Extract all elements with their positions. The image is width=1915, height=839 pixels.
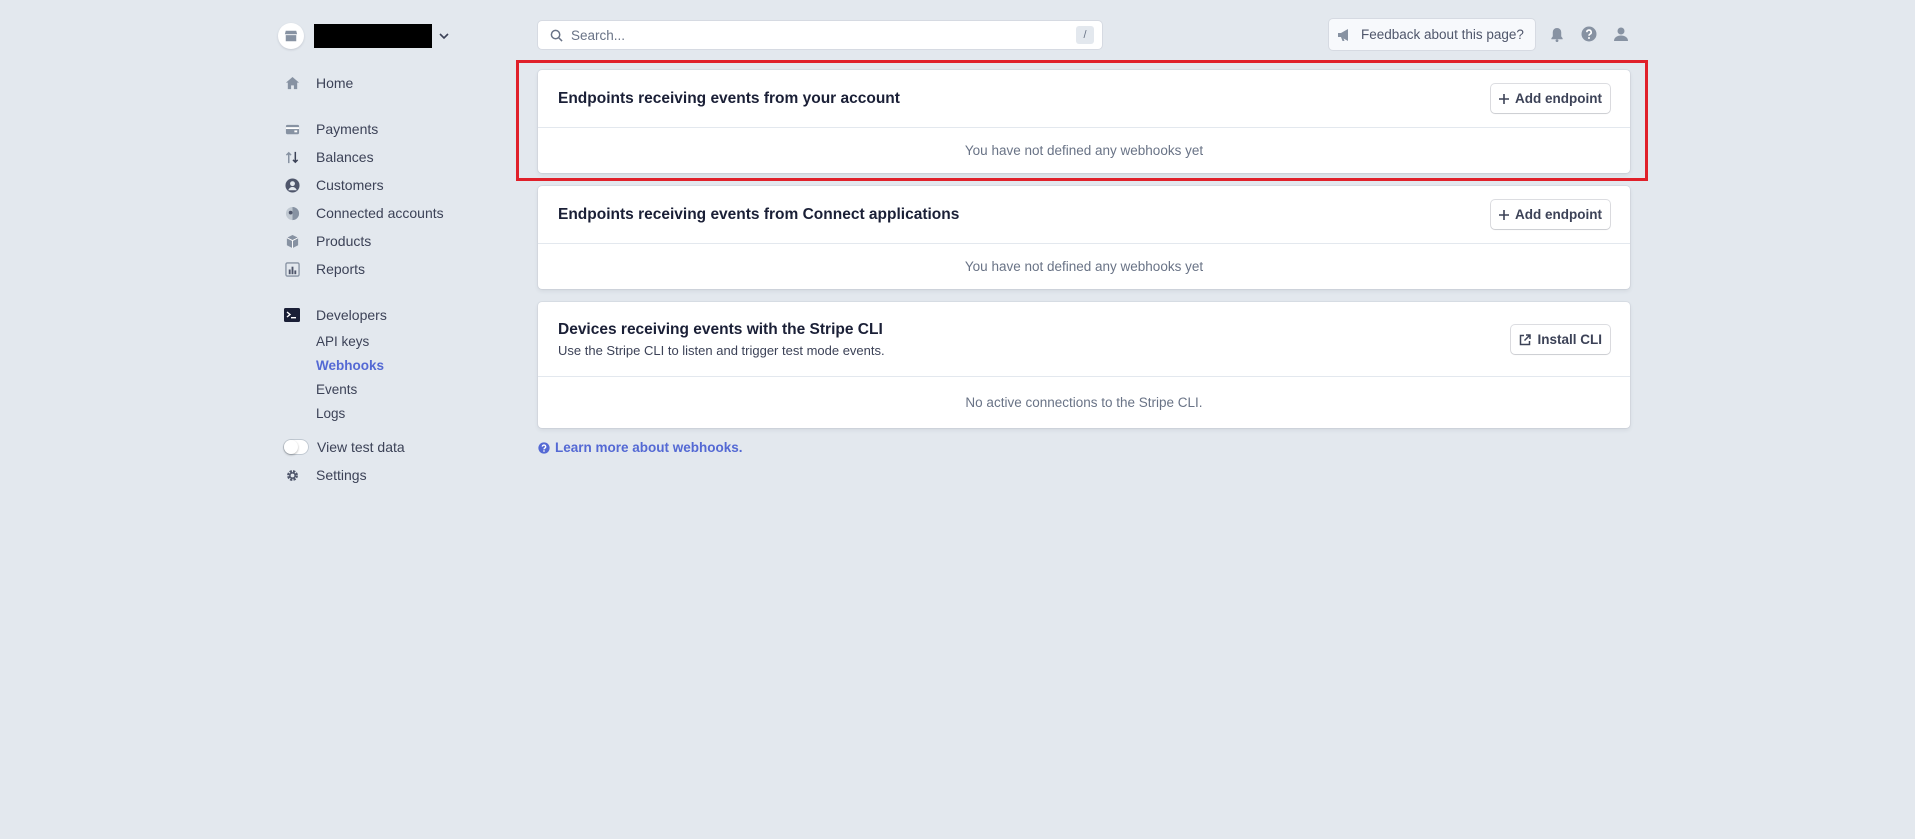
customers-icon (284, 177, 300, 193)
sidebar-item-api-keys[interactable]: API keys (316, 331, 369, 351)
sidebar-item-home[interactable]: Home (284, 72, 353, 94)
products-icon (284, 233, 300, 249)
payments-icon (284, 121, 300, 137)
sidebar-item-events[interactable]: Events (316, 379, 357, 399)
sidebar-item-label: Home (316, 75, 354, 91)
view-test-data-toggle[interactable]: View test data (283, 436, 405, 458)
connected-accounts-icon (284, 205, 300, 221)
toggle-knob (284, 440, 298, 454)
bell-icon[interactable] (1549, 26, 1565, 42)
stripe-cli-card: Devices receiving events with the Stripe… (538, 302, 1630, 428)
empty-state-message: You have not defined any webhooks yet (964, 258, 1204, 274)
home-icon (284, 75, 300, 91)
sidebar-item-label: Reports (316, 261, 366, 277)
add-endpoint-button[interactable]: Add endpoint (1491, 200, 1610, 229)
sidebar-item-webhooks[interactable]: Webhooks (316, 355, 384, 375)
sidebar-item-developers[interactable]: Developers (284, 304, 387, 326)
user-icon[interactable] (1613, 26, 1629, 42)
account-endpoints-card: Endpoints receiving events from your acc… (538, 70, 1630, 173)
reports-icon (284, 261, 300, 277)
balances-icon (284, 149, 300, 165)
sidebar-item-label: Balances (316, 149, 374, 165)
sidebar-item-logs[interactable]: Logs (316, 403, 345, 423)
search-icon (550, 29, 563, 42)
search-input[interactable] (571, 27, 1051, 43)
sidebar-item-label: Developers (316, 307, 387, 323)
learn-more-link[interactable]: Learn more about webhooks. (538, 440, 743, 455)
learn-more-label: Learn more about webhooks. (555, 440, 743, 455)
button-label: Install CLI (1537, 332, 1602, 347)
feedback-button[interactable]: Feedback about this page? (1329, 19, 1535, 50)
card-title: Devices receiving events with the Stripe… (558, 320, 883, 338)
help-icon[interactable] (1581, 26, 1597, 42)
connect-endpoints-card: Endpoints receiving events from Connect … (538, 186, 1630, 289)
sidebar-item-label: Settings (316, 467, 367, 483)
sidebar-item-payments[interactable]: Payments (284, 118, 378, 140)
account-switcher[interactable] (278, 22, 450, 50)
sidebar-item-reports[interactable]: Reports (284, 258, 365, 280)
sidebar-item-connected-accounts[interactable]: Connected accounts (284, 202, 444, 224)
toggle-label: View test data (317, 439, 405, 455)
sidebar-item-label: Connected accounts (316, 205, 444, 221)
terminal-icon (284, 307, 300, 323)
empty-state-message: No active connections to the Stripe CLI. (965, 394, 1203, 410)
chevron-down-icon[interactable] (438, 30, 450, 42)
sidebar-item-label: Payments (316, 121, 379, 137)
megaphone-icon (1337, 28, 1353, 42)
card-header: Devices receiving events with the Stripe… (538, 302, 1630, 377)
search-shortcut-key: / (1076, 26, 1094, 44)
card-title: Endpoints receiving events from your acc… (558, 89, 900, 107)
external-link-icon (1519, 333, 1532, 346)
card-header: Endpoints receiving events from Connect … (538, 186, 1630, 244)
button-label: Add endpoint (1515, 207, 1602, 222)
help-circle-icon (538, 441, 550, 454)
sidebar-item-customers[interactable]: Customers (284, 174, 384, 196)
sidebar-item-products[interactable]: Products (284, 230, 371, 252)
toggle-switch[interactable] (283, 439, 309, 455)
plus-icon (1499, 209, 1510, 220)
empty-state-message: You have not defined any webhooks yet (964, 142, 1204, 158)
button-label: Add endpoint (1515, 91, 1602, 106)
card-title: Endpoints receiving events from Connect … (558, 205, 960, 223)
store-icon (278, 23, 304, 49)
plus-icon (1499, 93, 1510, 104)
gear-icon (284, 467, 300, 483)
feedback-label: Feedback about this page? (1361, 27, 1524, 42)
sidebar-item-settings[interactable]: Settings (284, 464, 367, 486)
search-bar[interactable]: / (538, 21, 1102, 49)
sidebar-item-balances[interactable]: Balances (284, 146, 374, 168)
account-name (314, 24, 432, 48)
card-header: Endpoints receiving events from your acc… (538, 70, 1630, 128)
sidebar-item-label: Products (316, 233, 372, 249)
install-cli-button[interactable]: Install CLI (1511, 325, 1610, 354)
add-endpoint-button[interactable]: Add endpoint (1491, 84, 1610, 113)
card-subtitle: Use the Stripe CLI to listen and trigger… (558, 342, 885, 358)
sidebar-item-label: Customers (316, 177, 384, 193)
